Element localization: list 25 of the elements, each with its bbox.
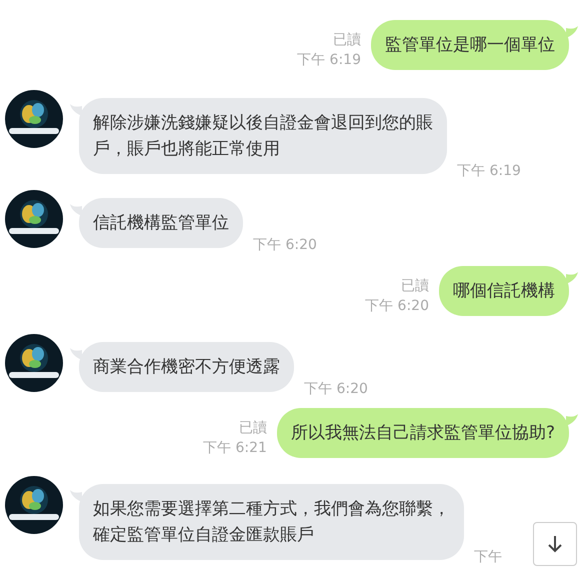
message-time: 下午 [474,548,502,567]
message-time: 下午 6:19 [297,51,361,70]
message-time: 下午 6:19 [457,162,521,181]
read-receipt: 已讀 [333,31,361,50]
message-bubble: 解除涉嫌洗錢嫌疑以後自證金會退回到您的賬 戶，賬戶也將能正常使用 [79,98,447,174]
message-time: 下午 6:20 [365,297,429,316]
message-time: 下午 6:20 [304,380,368,399]
message-bubble: 監管單位是哪一個單位 [371,20,569,70]
bubble-tail [566,272,578,284]
message-time: 下午 6:21 [203,439,267,458]
bubble-tail [70,490,82,502]
bubble-tail [566,26,578,38]
read-receipt: 已讀 [401,277,429,296]
bubble-tail [70,204,82,216]
message-time: 下午 6:20 [253,236,317,255]
scroll-down-button[interactable] [533,522,577,566]
bubble-tail [70,348,82,360]
bubble-tail [70,104,82,116]
bubble-tail [566,414,578,426]
message-bubble: 如果您需要選擇第二種方式，我們會為您聯繫， 確定監管單位自證金匯款賬戶 [79,484,464,560]
message-bubble: 信託機構監管單位 [79,198,243,248]
message-bubble: 所以我無法自己請求監管單位協助? [276,408,569,458]
message-bubble: 商業合作機密不方便透露 [79,342,294,392]
message-bubble: 哪個信託機構 [439,266,569,316]
read-receipt: 已讀 [238,419,267,438]
